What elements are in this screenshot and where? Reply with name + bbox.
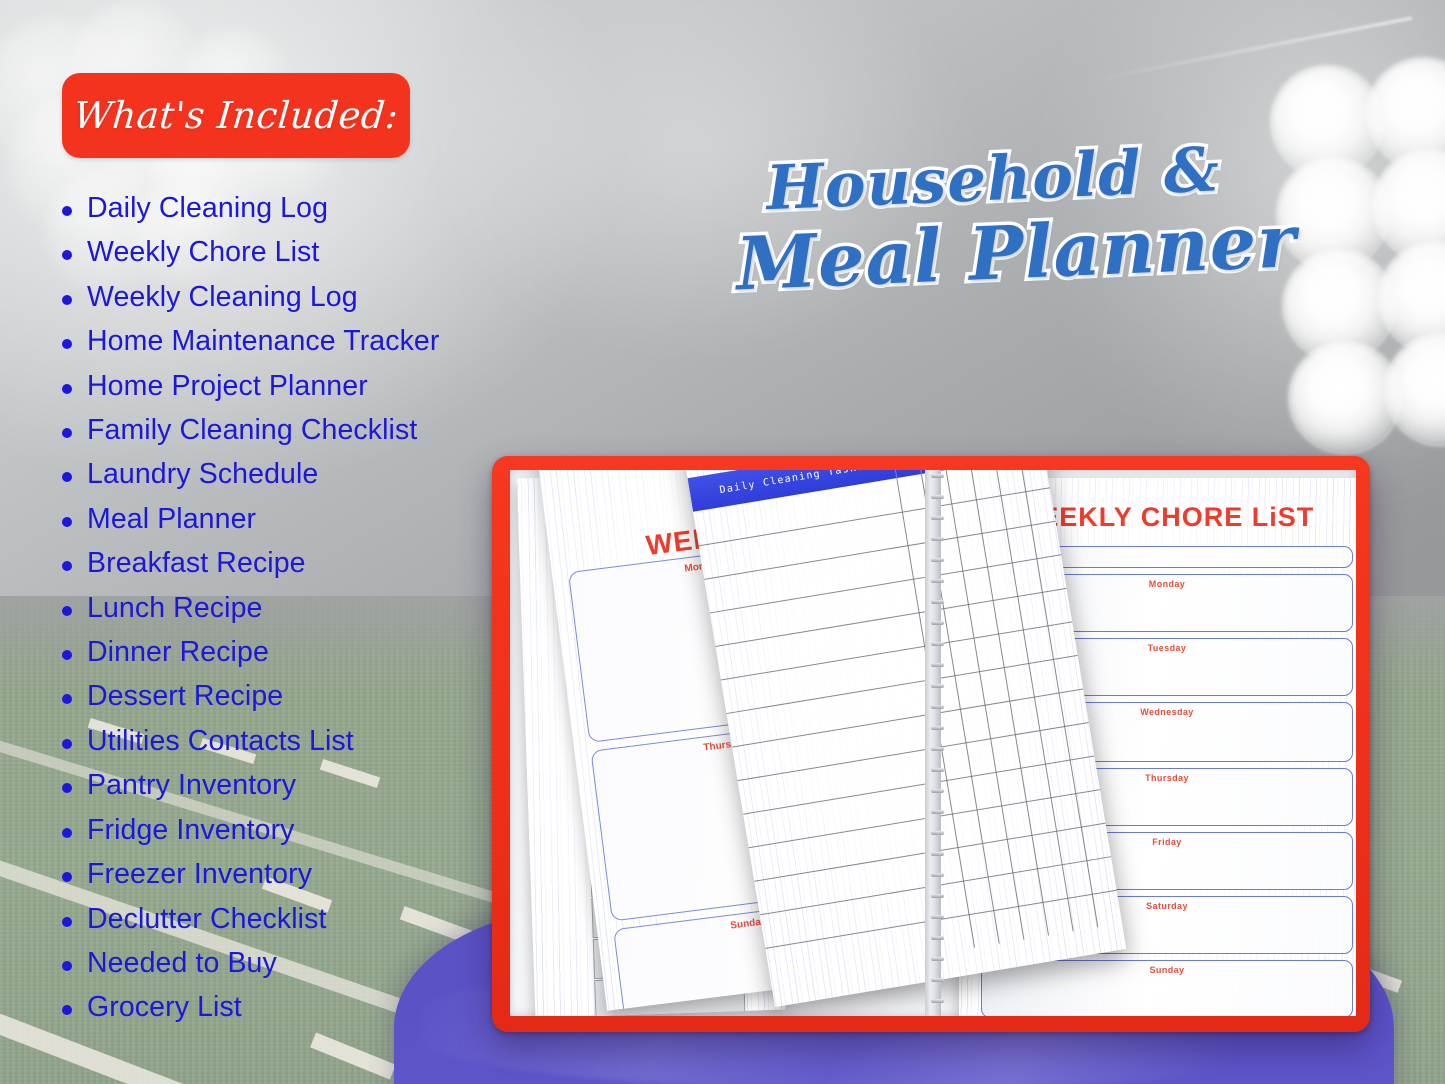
grid-row-line	[743, 755, 1095, 815]
binder-ring	[931, 642, 944, 646]
grid-column-line	[945, 470, 1025, 940]
included-item: Home Project Planner	[55, 364, 615, 408]
binder-ring	[931, 915, 944, 919]
included-item: Pantry Inventory	[55, 763, 615, 807]
binder-ring	[931, 705, 944, 709]
chore-day-label: Sunday	[1149, 965, 1185, 975]
binder-ring	[931, 768, 944, 772]
floodlight-lamp-ring	[1289, 342, 1401, 454]
included-item: Utilities Contacts List	[55, 719, 615, 763]
binder-ring	[931, 621, 944, 625]
chore-day-box[interactable]: Sunday	[981, 960, 1353, 1016]
daily-cleaning-grid	[693, 470, 1124, 981]
included-item: Fridge Inventory	[55, 808, 615, 852]
included-item: Daily Cleaning Log	[55, 186, 615, 230]
binder-interior: HOM Date WEEKL MondayThursdaySunday WEEK…	[510, 470, 1356, 1016]
binder-ring	[931, 495, 944, 499]
included-item: Dinner Recipe	[55, 630, 615, 674]
included-item: Family Cleaning Checklist	[55, 408, 615, 452]
included-item: Grocery List	[55, 985, 615, 1029]
binder-spine	[925, 470, 944, 1016]
included-item: Freezer Inventory	[55, 852, 615, 896]
grid-row-line	[731, 688, 1084, 748]
binder-ring	[931, 831, 944, 835]
binder-ring	[931, 663, 944, 667]
binder-ring	[931, 810, 944, 814]
included-item: Meal Planner	[55, 497, 615, 541]
included-item: Weekly Cleaning Log	[55, 275, 615, 319]
included-item: Dessert Recipe	[55, 674, 615, 718]
included-item: Needed to Buy	[55, 941, 615, 985]
binder-ring	[931, 957, 944, 961]
binder-ring	[931, 537, 944, 541]
included-item: Declutter Checklist	[55, 897, 615, 941]
grid-row-line	[704, 520, 1056, 580]
binder-ring	[931, 516, 944, 520]
binder-ring	[931, 747, 944, 751]
binder-ring	[931, 873, 944, 877]
grid-row-line	[737, 722, 1089, 782]
grid-row-line	[715, 587, 1067, 647]
binder-ring	[931, 474, 944, 478]
binder-rings	[931, 474, 945, 1016]
included-item: Weekly Chore List	[55, 230, 615, 274]
binder-ring	[931, 558, 944, 562]
whats-included-label: What's Included:	[71, 94, 401, 137]
binder-ring	[931, 936, 944, 940]
grid-row-line	[709, 554, 1062, 614]
binder-ring	[931, 726, 944, 730]
binder-ring	[931, 999, 944, 1003]
red-binder: HOM Date WEEKL MondayThursdaySunday WEEK…	[492, 456, 1370, 1032]
binder-ring	[931, 789, 944, 793]
grid-column-line	[970, 470, 1050, 936]
included-item: Breakfast Recipe	[55, 541, 615, 585]
binder-ring	[931, 852, 944, 856]
included-items-list: Daily Cleaning Log Weekly Chore List Weekl…	[55, 186, 615, 1030]
grid-row-line	[726, 654, 1078, 715]
binder-ring	[931, 978, 944, 982]
binder-ring	[931, 894, 944, 898]
grid-row-line	[720, 621, 1073, 681]
binder-ring	[931, 579, 944, 583]
included-item: Lunch Recipe	[55, 586, 615, 630]
binder-ring	[931, 600, 944, 604]
poster-canvas: HOM Date WEEKL MondayThursdaySunday WEEK…	[0, 0, 1445, 1084]
whats-included-badge: What's Included:	[62, 73, 410, 158]
included-item: Laundry Schedule	[55, 452, 615, 496]
included-item: Home Maintenance Tracker	[55, 319, 615, 363]
floodlight-bank	[1125, 0, 1445, 454]
binder-ring	[931, 684, 944, 688]
